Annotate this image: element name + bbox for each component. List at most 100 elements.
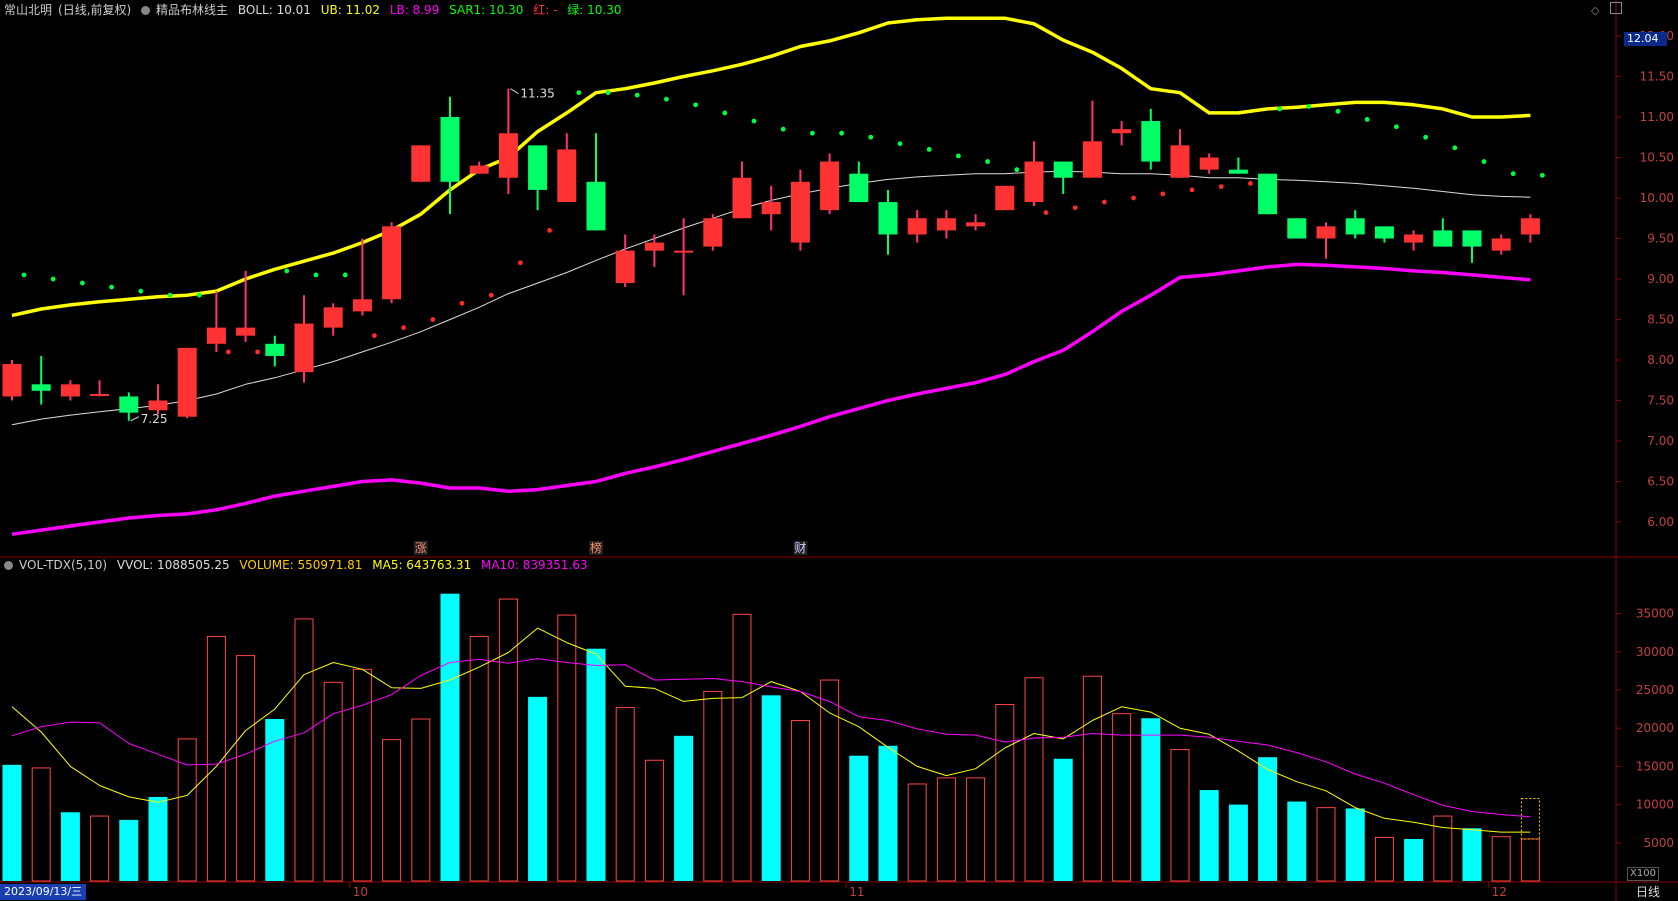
- vol-indicator-name[interactable]: VOL-TDX(5,10): [19, 558, 107, 572]
- candlestick: [1112, 121, 1132, 146]
- sar-point: [196, 292, 202, 298]
- volume-bar-down: [1258, 757, 1278, 881]
- event-marker: 榜: [589, 540, 603, 555]
- candle-body: [966, 222, 986, 227]
- sar-point: [664, 96, 669, 102]
- candlestick: [382, 222, 402, 304]
- candlestick: [1462, 230, 1482, 263]
- price-tick-label: 11.00: [1640, 110, 1674, 124]
- volume-bar-down: [1287, 801, 1307, 881]
- sar-point: [401, 325, 406, 330]
- indicator-name[interactable]: 精品布林线主: [156, 3, 228, 17]
- candle-body: [1228, 169, 1248, 174]
- candlestick: [1491, 234, 1511, 255]
- sar-point: [459, 300, 465, 306]
- indicator-settings-icon[interactable]: [141, 6, 151, 15]
- volume-bar-up: [1433, 815, 1453, 882]
- ma5-value: MA5: 643763.31: [372, 558, 472, 572]
- event-marker-label: 财: [794, 541, 806, 555]
- candlestick: [1082, 100, 1102, 178]
- candlestick: [1287, 218, 1307, 239]
- stock-name[interactable]: 常山北明: [4, 3, 52, 17]
- volume-bar-up: [498, 598, 518, 882]
- volume-bar-up: [790, 720, 810, 882]
- volume-bar-up: [820, 679, 840, 882]
- candle-body: [90, 394, 110, 397]
- red-value: 红: -: [533, 3, 558, 17]
- sar-point: [488, 292, 494, 298]
- candle-body: [323, 307, 343, 328]
- candle-body: [469, 165, 489, 174]
- volume-bar-up: [732, 613, 752, 882]
- event-marker: 涨: [413, 540, 428, 555]
- candle-body: [732, 177, 752, 219]
- volume-projection: [1520, 797, 1540, 840]
- annotation-label: 11.35: [520, 87, 554, 101]
- candle-body: [674, 250, 694, 253]
- candle-body: [1345, 218, 1365, 235]
- candlestick: [907, 210, 927, 243]
- candlestick: [995, 185, 1015, 211]
- candlestick: [1141, 108, 1161, 170]
- price-tick-label: 9.00: [1647, 272, 1674, 286]
- candle-body: [1082, 141, 1102, 178]
- volume-bar-down: [60, 812, 80, 881]
- candlestick: [615, 234, 635, 288]
- candle-body: [1462, 230, 1482, 247]
- period-selector[interactable]: 日线: [1636, 884, 1660, 900]
- candlestick: [1404, 230, 1424, 251]
- candle-body: [936, 218, 956, 231]
- volume-bar-up: [703, 691, 723, 882]
- candlestick: [1228, 157, 1248, 174]
- sar-point: [1102, 199, 1107, 205]
- volume-bar-up: [557, 614, 577, 882]
- candlestick: [411, 145, 431, 182]
- price-tick-label: 11.50: [1640, 70, 1674, 84]
- sar-point: [810, 130, 815, 136]
- candle-body: [1258, 173, 1278, 215]
- candle-body: [411, 145, 431, 182]
- candle-body: [615, 250, 635, 284]
- candlestick: [528, 145, 548, 211]
- lb-value: LB: 8.99: [389, 3, 440, 17]
- volume-bar-down: [586, 648, 606, 881]
- volume-bar-up: [177, 738, 197, 882]
- sar-point: [1248, 181, 1253, 186]
- sar-point: [138, 288, 144, 294]
- volume-bar-up: [936, 777, 956, 882]
- candlestick: [31, 355, 51, 405]
- volume-settings-icon[interactable]: [4, 561, 13, 570]
- candlestick: [90, 380, 110, 397]
- candle-body: [1404, 234, 1424, 243]
- volume-tick-label: 35000: [1636, 607, 1674, 621]
- diamond-icon[interactable]: ◇: [1591, 4, 1599, 17]
- volume-bar-up: [1170, 749, 1190, 882]
- candle-body: [148, 400, 168, 411]
- candle-body: [907, 218, 927, 235]
- sar-point: [1364, 117, 1370, 122]
- volume-bar-up: [382, 739, 402, 882]
- volume-tick-label: 30000: [1636, 645, 1674, 659]
- sar-point: [1072, 205, 1078, 211]
- sar-point: [284, 268, 290, 274]
- price-tick-label: 10.50: [1640, 151, 1674, 165]
- ub-value: UB: 11.02: [320, 3, 380, 17]
- candle-body: [1433, 230, 1453, 247]
- sar-point: [518, 260, 523, 266]
- window-restore-icon[interactable]: [1610, 2, 1622, 14]
- volume-bar-up: [1520, 838, 1540, 882]
- candle-body: [703, 218, 723, 247]
- ub-line: [11, 16, 1531, 318]
- event-marker-label: 榜: [590, 540, 602, 555]
- green-value: 绿: 10.30: [567, 3, 622, 17]
- price-tick-label: 9.50: [1647, 232, 1674, 246]
- current-price-tag: 12.04: [1624, 32, 1667, 46]
- volume-bar-up: [1112, 713, 1132, 882]
- stock-chart[interactable]: 12.0011.5011.0010.5010.009.509.008.508.0…: [0, 0, 1678, 901]
- candlestick: [1199, 153, 1219, 174]
- sar-point: [547, 228, 552, 233]
- volume-bar-up: [644, 759, 664, 882]
- candle-body: [498, 133, 518, 178]
- candle-body: [177, 347, 197, 417]
- candlestick: [352, 238, 372, 316]
